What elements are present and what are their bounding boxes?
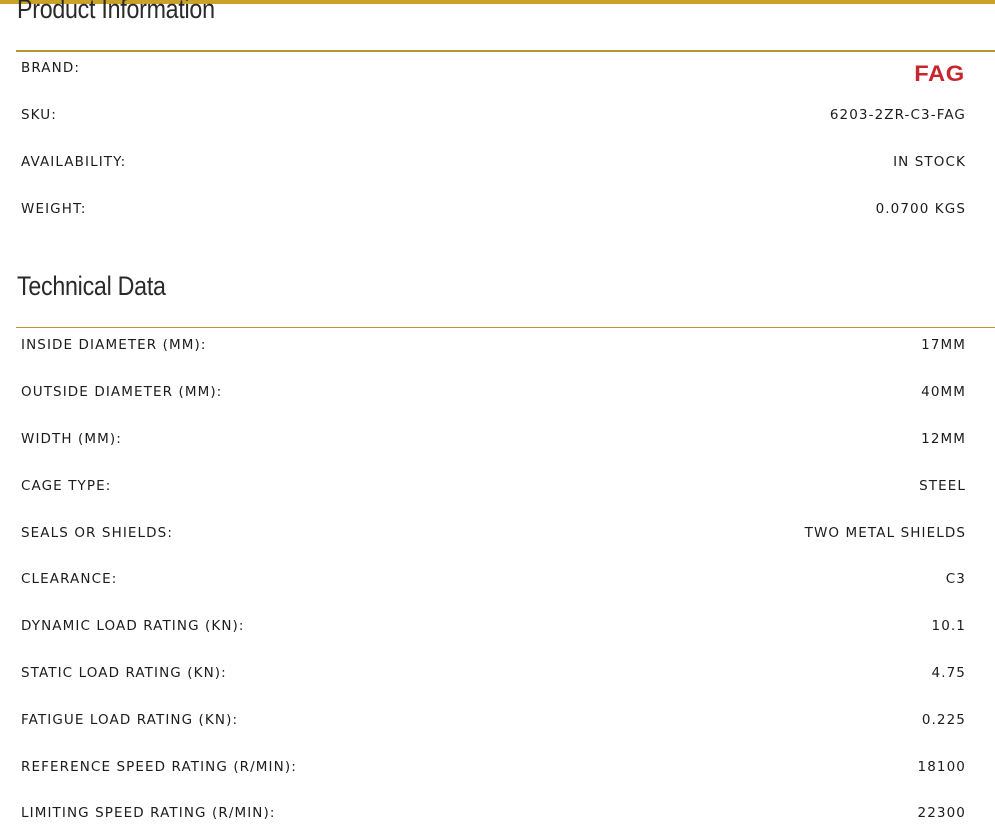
- spec-label: AVAILABILITY:: [21, 153, 127, 170]
- spec-label: BRAND:: [21, 60, 80, 77]
- fag-brand-logo: FAG: [914, 61, 965, 87]
- spec-row-width: WIDTH (MM): 12MM: [21, 416, 966, 463]
- spec-row-availability: AVAILABILITY: IN STOCK: [21, 139, 966, 186]
- spec-value: 18100: [917, 758, 966, 775]
- spec-label: FATIGUE LOAD RATING (KN):: [21, 711, 239, 728]
- spec-row-seals-or-shields: SEALS OR SHIELDS: TWO METAL SHIELDS: [21, 509, 966, 556]
- spec-row-limiting-speed-rating: LIMITING SPEED RATING (R/MIN): 22300: [21, 790, 966, 837]
- spec-row-clearance: CLEARANCE: C3: [21, 556, 966, 603]
- spec-value: 6203-2ZR-C3-FAG: [829, 107, 966, 124]
- spec-value: 22300: [917, 805, 966, 822]
- spec-row-dynamic-load-rating: DYNAMIC LOAD RATING (KN): 10.1: [21, 603, 966, 650]
- spec-row-cage-type: CAGE TYPE: STEEL: [21, 462, 966, 509]
- spec-row-inside-diameter: INSIDE DIAMETER (MM): 17MM: [21, 322, 966, 369]
- spec-row-static-load-rating: STATIC LOAD RATING (KN): 4.75: [21, 650, 966, 697]
- spec-label: CLEARANCE:: [21, 571, 118, 588]
- spec-label: OUTSIDE DIAMETER (MM):: [21, 384, 223, 401]
- spec-label: CAGE TYPE:: [21, 477, 112, 494]
- spec-label: DYNAMIC LOAD RATING (KN):: [21, 618, 245, 635]
- technical-data-title: Technical Data: [17, 271, 166, 301]
- spec-value: TWO METAL SHIELDS: [804, 524, 966, 541]
- technical-data-table: INSIDE DIAMETER (MM): 17MM OUTSIDE DIAME…: [21, 322, 966, 837]
- spec-label: INSIDE DIAMETER (MM):: [21, 337, 207, 354]
- spec-label: WEIGHT:: [21, 200, 87, 217]
- spec-value: 40MM: [921, 384, 966, 401]
- spec-row-outside-diameter: OUTSIDE DIAMETER (MM): 40MM: [21, 369, 966, 416]
- spec-label: REFERENCE SPEED RATING (R/MIN):: [21, 758, 297, 775]
- spec-label: SEALS OR SHIELDS:: [21, 524, 173, 541]
- spec-value: 17MM: [921, 337, 966, 354]
- spec-value: IN STOCK: [893, 153, 966, 170]
- spec-row-reference-speed-rating: REFERENCE SPEED RATING (R/MIN): 18100: [21, 743, 966, 790]
- product-information-table: BRAND: FAG SKU: 6203-2ZR-C3-FAG AVAILABI…: [21, 45, 966, 232]
- spec-label: STATIC LOAD RATING (KN):: [21, 664, 227, 681]
- spec-value: 0.225: [921, 711, 966, 728]
- spec-row-sku: SKU: 6203-2ZR-C3-FAG: [21, 92, 966, 139]
- spec-value: 12MM: [921, 430, 966, 447]
- spec-value: STEEL: [919, 477, 966, 494]
- spec-row-weight: WEIGHT: 0.0700 KGS: [21, 185, 966, 232]
- spec-row-fatigue-load-rating: FATIGUE LOAD RATING (KN): 0.225: [21, 696, 966, 743]
- spec-label: LIMITING SPEED RATING (R/MIN):: [21, 805, 276, 822]
- spec-row-brand: BRAND: FAG: [21, 45, 966, 92]
- spec-label: SKU:: [21, 107, 57, 124]
- spec-value: 4.75: [931, 664, 966, 681]
- spec-value: C3: [945, 571, 966, 588]
- product-information-title: Product Information: [17, 0, 215, 24]
- spec-label: WIDTH (MM):: [21, 430, 122, 447]
- spec-value: 10.1: [931, 618, 966, 635]
- spec-value: 0.0700 KGS: [875, 200, 966, 217]
